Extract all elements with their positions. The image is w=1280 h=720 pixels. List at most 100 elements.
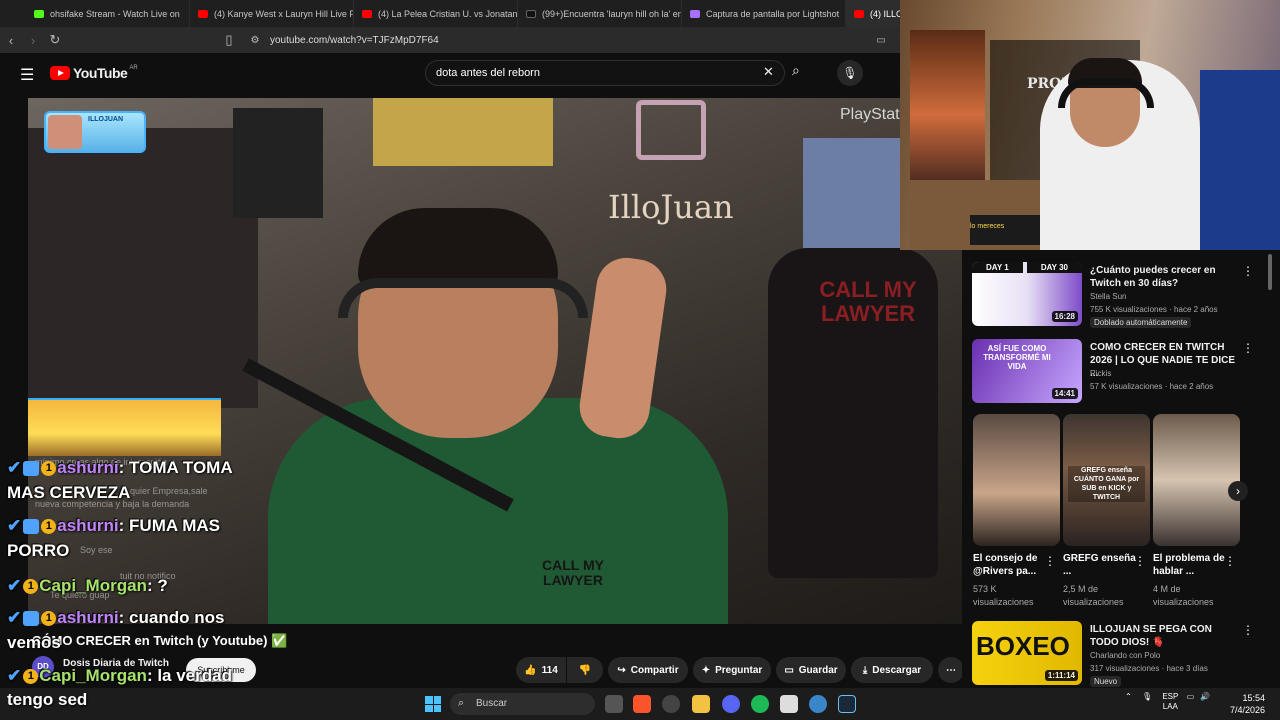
- site-info-icon[interactable]: ⚙: [244, 35, 266, 46]
- ask-button[interactable]: ✦ Preguntar: [693, 657, 771, 683]
- badge-icon: [23, 461, 40, 477]
- discord-icon[interactable]: [722, 695, 740, 713]
- verified-icon: ✔: [7, 666, 22, 685]
- network-icon[interactable]: ▭: [1187, 692, 1195, 701]
- more-actions-button[interactable]: ⋯: [938, 657, 964, 683]
- more-icon: ⋯: [946, 664, 956, 676]
- like-button[interactable]: 👍 114: [516, 657, 566, 683]
- chat-text: ?: [157, 576, 168, 595]
- avatar: [48, 115, 82, 149]
- chat-text-continued: vemos: [7, 633, 61, 652]
- save-label: Guardar: [798, 664, 838, 676]
- video-thumbnail[interactable]: ASÍ FUE COMO TRANSFORMÉ MI VIDA 14:41: [972, 339, 1082, 403]
- more-options-icon[interactable]: ⋮: [1134, 554, 1146, 568]
- video-player[interactable]: IlloJuan PlayStation CALL MY LAWYER CALL…: [28, 98, 962, 624]
- reload-icon[interactable]: ↻: [44, 32, 66, 48]
- video-title[interactable]: ¿Cuánto puedes crecer en Twitch en 30 dí…: [1090, 264, 1240, 290]
- url-field[interactable]: youtube.com/watch?v=TJFzMpD7F64: [270, 35, 439, 46]
- browser-tab[interactable]: Captura de pantalla por Lightshot: [682, 0, 846, 27]
- streamer-card-overlay: ILLOJUAN: [44, 111, 146, 153]
- back-icon[interactable]: ‹: [0, 33, 22, 48]
- more-options-icon[interactable]: ⋮: [1242, 623, 1254, 637]
- volume-icon[interactable]: 🔊: [1200, 692, 1210, 701]
- chat-username: Capi_Morgan: [39, 576, 147, 595]
- recommended-video[interactable]: BOXEO 1:11:14 ILLOJUAN SE PEGA CON TODO …: [972, 621, 1272, 687]
- video-title[interactable]: ILLOJUAN SE PEGA CON TODO DIOS! 🫀: [1090, 623, 1240, 649]
- search-input[interactable]: dota antes del reborn: [425, 60, 785, 86]
- task-view-icon[interactable]: [605, 695, 623, 713]
- streamer-card-name: ILLOJUAN: [88, 116, 123, 123]
- channel-name[interactable]: Stella Sun: [1090, 292, 1126, 301]
- search-icon[interactable]: ⌕: [792, 62, 800, 79]
- short-thumbnail[interactable]: [1153, 414, 1240, 546]
- browser-tab[interactable]: (99+)Encuentra 'lauryn hill oh la' en T: [518, 0, 682, 27]
- dislike-button[interactable]: 👎: [567, 657, 603, 683]
- video-thumbnail[interactable]: DAY 1 DAY 30 16:28: [972, 262, 1082, 326]
- short-title[interactable]: El consejo de @Rivers pa...: [973, 552, 1047, 578]
- scrollbar[interactable]: [1268, 254, 1272, 290]
- youtube-play-icon: [50, 66, 70, 80]
- more-options-icon[interactable]: ⋮: [1242, 264, 1254, 278]
- chat-username: ashurni: [57, 608, 119, 627]
- steam-icon[interactable]: [838, 695, 856, 713]
- chat-message: ✔ 1 Capi_Morgan: la verdad: [7, 666, 232, 685]
- file-explorer-icon[interactable]: [692, 695, 710, 713]
- ask-label: Preguntar: [715, 664, 763, 676]
- more-options-icon[interactable]: ⋮: [1242, 341, 1254, 355]
- taskbar-search[interactable]: Buscar: [450, 693, 595, 715]
- browser-tab[interactable]: (4) La Pelea Cristian U. vs Jonatan. Gr: [354, 0, 518, 27]
- chat-text: TOMA TOMA: [129, 458, 233, 477]
- more-options-icon[interactable]: ⋮: [1224, 554, 1236, 568]
- channel-name[interactable]: Rickis: [1090, 369, 1111, 378]
- chat-text-continued: MAS CERVEZA: [7, 483, 131, 502]
- windows-start-icon[interactable]: [425, 696, 441, 712]
- mic-icon[interactable]: 🎙: [1142, 692, 1152, 701]
- like-count: 114: [541, 664, 558, 676]
- cast-icon[interactable]: ▭: [870, 35, 892, 46]
- more-options-icon[interactable]: ⋮: [1044, 554, 1056, 568]
- short-title[interactable]: El problema de hablar ...: [1153, 552, 1227, 578]
- bookmark-icon[interactable]: ▯: [218, 32, 240, 48]
- chat-text: FUMA MAS: [129, 516, 221, 535]
- lightshot-icon: [690, 9, 700, 18]
- save-button[interactable]: ▭ Guardar: [776, 657, 846, 683]
- short-thumbnail[interactable]: GREFG enseña CUÁNTO GANA por SUB en KICK…: [1063, 414, 1150, 546]
- app-icon[interactable]: [662, 695, 680, 713]
- recommended-video[interactable]: DAY 1 DAY 30 16:28 ¿Cuánto puedes crecer…: [972, 262, 1272, 328]
- browser-tab[interactable]: (4) Kanye West x Lauryn Hill Live Perf: [190, 0, 354, 27]
- video-title[interactable]: COMO CRECER EN TWITCH 2026 | LO QUE NADI…: [1090, 341, 1240, 380]
- forward-icon[interactable]: ›: [22, 33, 44, 48]
- country-code: AR: [129, 65, 138, 71]
- faint-text: quier Empresa,sale: [130, 486, 208, 496]
- next-arrow-icon[interactable]: ›: [1228, 481, 1248, 501]
- thumb-text: ASÍ FUE COMO TRANSFORMÉ MI VIDA: [983, 344, 1051, 371]
- channel-name[interactable]: Charlando con Polo: [1090, 651, 1160, 660]
- share-button[interactable]: ↪ Compartir: [608, 657, 688, 683]
- system-tray: ⌃ 🎙 ESP LAA ▭ 🔊: [1125, 692, 1210, 712]
- video-meta: 755 K visualizaciones · hace 2 años: [1090, 305, 1218, 314]
- browser-tab[interactable]: ohsifake Stream - Watch Live on: [26, 0, 190, 27]
- person-hair: [358, 208, 558, 288]
- wall-painting: [910, 30, 985, 200]
- youtube-logo[interactable]: YouTube AR: [50, 65, 138, 81]
- chevron-up-icon[interactable]: ⌃: [1125, 692, 1132, 701]
- video-thumbnail[interactable]: BOXEO 1:11:14: [972, 621, 1082, 685]
- clock[interactable]: 15:54 7/4/2026: [1230, 692, 1265, 716]
- language-indicator[interactable]: ESP LAA: [1162, 692, 1178, 712]
- app-icon[interactable]: [809, 695, 827, 713]
- clear-search-icon[interactable]: ✕: [763, 64, 774, 80]
- shirt-text: CALL MY LAWYER: [542, 557, 604, 589]
- short-views: 4 M de visualizaciones: [1153, 584, 1214, 607]
- app-icon[interactable]: [780, 695, 798, 713]
- brave-icon[interactable]: [633, 695, 651, 713]
- spotify-icon[interactable]: [751, 695, 769, 713]
- video-duration: 14:41: [1051, 388, 1078, 399]
- recommended-video[interactable]: ASÍ FUE COMO TRANSFORMÉ MI VIDA 14:41 CO…: [972, 339, 1272, 405]
- microphone-icon[interactable]: 🎙: [837, 60, 863, 86]
- short-title[interactable]: GREFG enseña ...: [1063, 552, 1137, 578]
- download-button[interactable]: ⤓ Descargar: [851, 657, 933, 683]
- address-bar: ‹ › ↻ ▯ ⚙ youtube.com/watch?v=TJFzMpD7F6…: [0, 27, 900, 53]
- short-thumbnail[interactable]: [973, 414, 1060, 546]
- hamburger-menu-icon[interactable]: ☰: [20, 65, 34, 85]
- thumb-text: DAY 30: [1026, 262, 1082, 273]
